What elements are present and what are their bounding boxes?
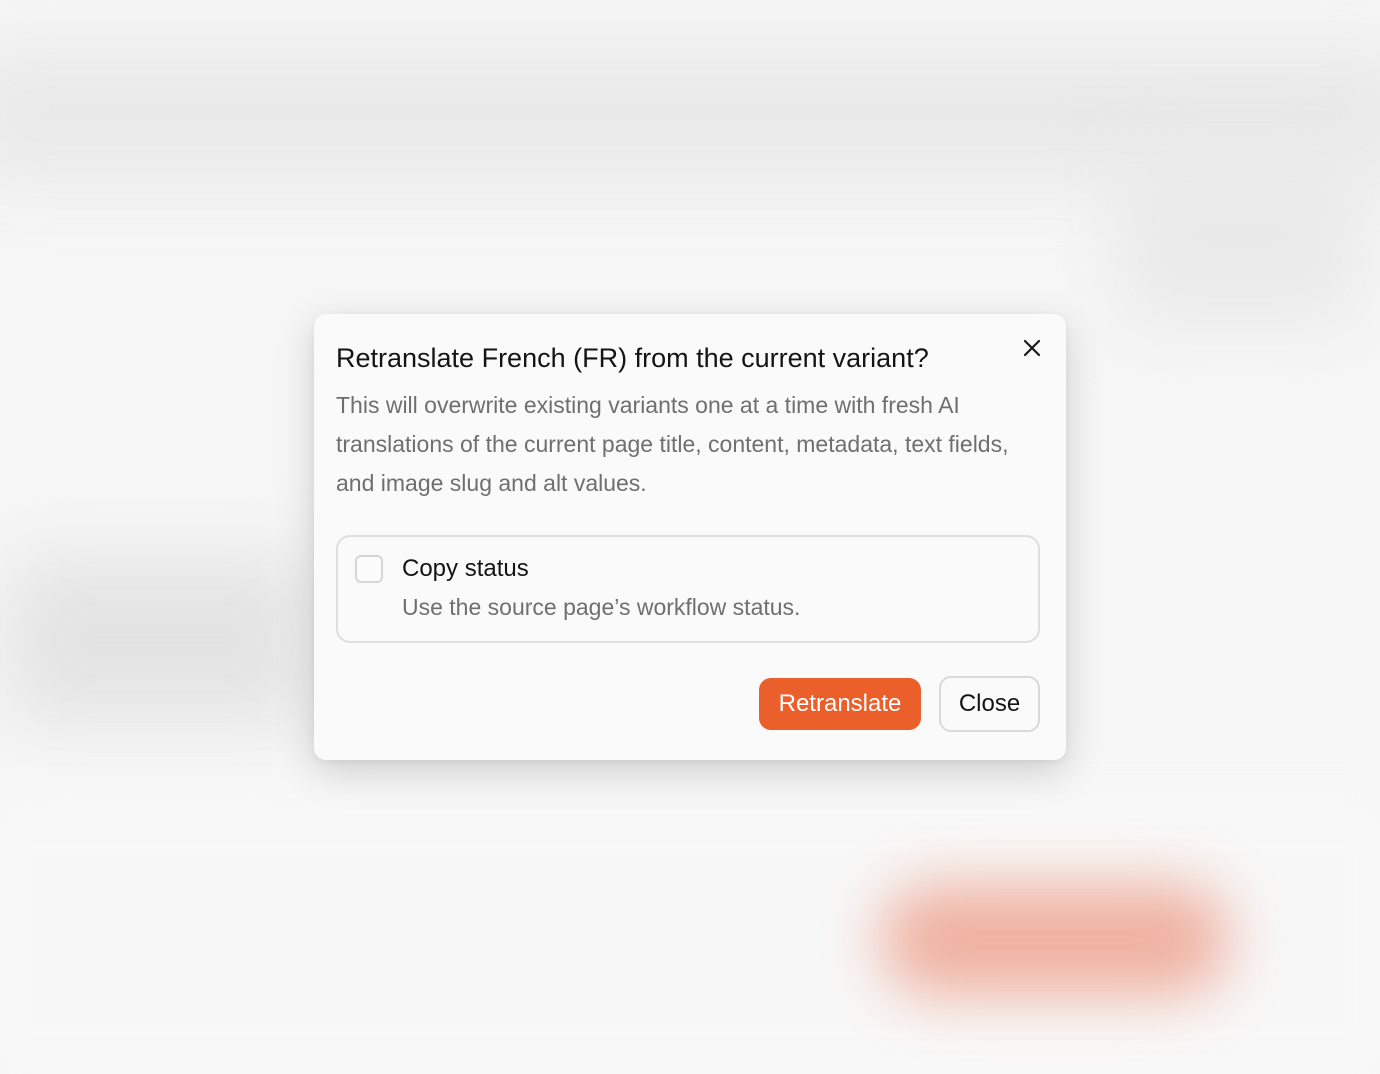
copy-status-checkbox[interactable] — [355, 555, 383, 583]
copy-status-help: Use the source page’s workflow status. — [402, 594, 801, 620]
copy-status-label: Copy status — [402, 555, 529, 582]
dialog-title: Retranslate French (FR) from the current… — [336, 343, 929, 373]
close-button[interactable]: Close — [939, 676, 1040, 732]
dialog-description: This will overwrite existing variants on… — [336, 392, 1009, 496]
background-button-blur — [880, 885, 1230, 995]
copy-status-option[interactable]: Copy status Use the source page’s workfl… — [336, 535, 1040, 643]
close-icon-glyph — [1023, 339, 1041, 357]
close-icon[interactable] — [1016, 332, 1048, 364]
background-right-blur — [1120, 150, 1360, 320]
retranslate-dialog: Retranslate French (FR) from the current… — [314, 314, 1066, 760]
background-left-blur — [10, 560, 310, 720]
retranslate-button[interactable]: Retranslate — [759, 678, 921, 730]
